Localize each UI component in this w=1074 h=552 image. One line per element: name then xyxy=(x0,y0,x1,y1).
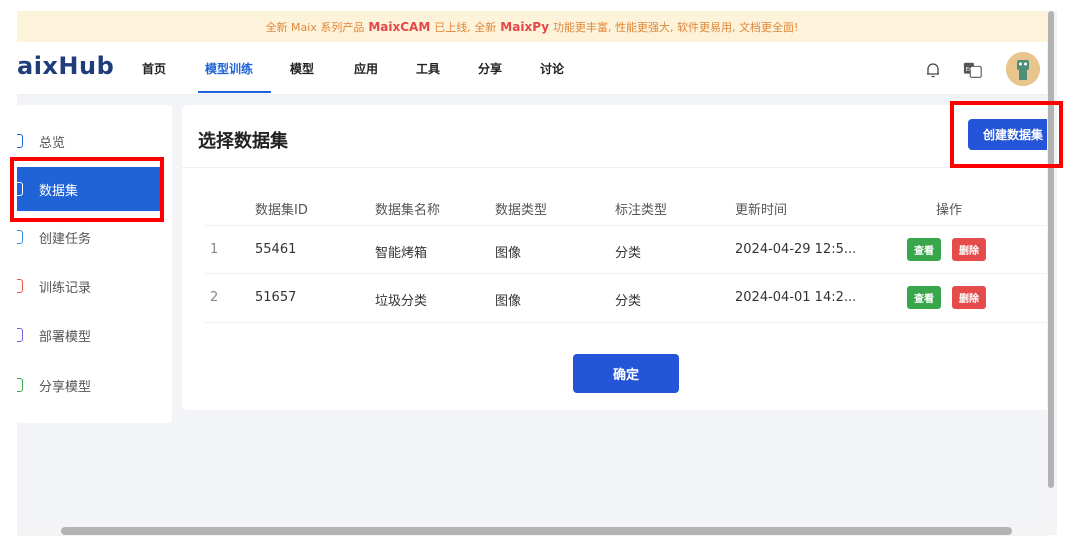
label-type: 分类 xyxy=(615,246,642,261)
dataset-name: 智能烤箱 xyxy=(375,246,428,261)
view-button[interactable]: 查看 xyxy=(907,238,941,261)
sidebar-item-deploy-model[interactable]: 部署模型 xyxy=(17,313,172,357)
confirm-button[interactable]: 确定 xyxy=(573,354,679,393)
label-type: 分类 xyxy=(615,294,642,309)
user-avatar[interactable] xyxy=(1006,52,1040,86)
row-index: 2 xyxy=(210,290,219,305)
dataset-name: 垃圾分类 xyxy=(375,294,428,309)
svg-text:En: En xyxy=(966,67,973,73)
sidebar-item-share-model[interactable]: 分享模型 xyxy=(17,363,172,407)
create-dataset-button[interactable]: 创建数据集 xyxy=(968,119,1047,150)
table-divider xyxy=(204,273,1047,274)
column-header-data-type: 数据类型 xyxy=(495,203,548,218)
share-icon xyxy=(17,378,23,392)
dataset-id: 51657 xyxy=(255,290,297,305)
nav-share[interactable]: 分享 xyxy=(478,60,502,77)
nav-tools[interactable]: 工具 xyxy=(416,60,440,77)
card-divider xyxy=(182,167,1047,168)
overview-icon xyxy=(17,134,23,148)
dataset-select-card: 选择数据集 创建数据集 数据集ID 数据集名称 数据类型 标注类型 更新时间 操… xyxy=(182,105,1047,410)
top-header: aixHub 首页 模型训练 模型 应用 工具 分享 讨论 En xyxy=(17,42,1047,95)
nav-models[interactable]: 模型 xyxy=(290,60,314,77)
nav-home[interactable]: 首页 xyxy=(142,60,166,77)
page-title: 选择数据集 xyxy=(198,131,288,152)
data-type: 图像 xyxy=(495,246,522,261)
create-task-icon xyxy=(17,230,23,244)
vertical-scrollbar-thumb[interactable] xyxy=(1048,11,1054,488)
column-header-id: 数据集ID xyxy=(255,203,308,218)
language-icon[interactable]: En xyxy=(963,60,983,80)
nav-discuss[interactable]: 讨论 xyxy=(540,60,564,77)
column-header-actions: 操作 xyxy=(936,203,963,218)
bell-icon[interactable] xyxy=(923,60,943,80)
column-header-name: 数据集名称 xyxy=(375,203,441,218)
sidebar-item-create-task[interactable]: 创建任务 xyxy=(17,215,172,259)
site-logo[interactable]: aixHub xyxy=(17,52,114,80)
sidebar-item-label: 数据集 xyxy=(39,183,79,199)
updated-time: 2024-04-29 12:5... xyxy=(735,242,857,257)
delete-button[interactable]: 删除 xyxy=(952,286,986,309)
deploy-icon xyxy=(17,328,23,342)
announcement-text-middle: 已上线, 全新 xyxy=(434,20,497,34)
sidebar-item-dataset[interactable]: 数据集 xyxy=(17,167,161,211)
updated-time: 2024-04-01 14:2... xyxy=(735,290,857,305)
announcement-bar[interactable]: 全新 Maix 系列产品 MaixCAM 已上线, 全新 MaixPy 功能更丰… xyxy=(17,11,1047,42)
row-index: 1 xyxy=(210,242,219,257)
nav-model-training[interactable]: 模型训练 xyxy=(205,60,253,77)
dataset-id: 55461 xyxy=(255,242,297,257)
sidebar-item-training-record[interactable]: 训练记录 xyxy=(17,264,172,308)
sidebar-item-overview[interactable]: 总览 xyxy=(17,119,172,163)
dataset-icon xyxy=(17,182,23,196)
announcement-text-before: 全新 Maix 系列产品 xyxy=(265,20,365,34)
sidebar-item-label: 总览 xyxy=(39,135,66,151)
nav-active-underline xyxy=(198,91,271,93)
horizontal-scrollbar-thumb[interactable] xyxy=(61,527,1012,535)
sidebar-item-label: 创建任务 xyxy=(39,231,92,247)
sidebar-item-label: 分享模型 xyxy=(39,379,92,395)
announcement-text-after: 功能更丰富, 性能更强大, 软件更易用, 文档更全面! xyxy=(553,20,799,34)
announcement-product1: MaixCAM xyxy=(368,19,431,34)
sidebar-item-label: 部署模型 xyxy=(39,329,92,345)
data-type: 图像 xyxy=(495,294,522,309)
nav-apps[interactable]: 应用 xyxy=(354,60,378,77)
app-viewport: 全新 Maix 系列产品 MaixCAM 已上线, 全新 MaixPy 功能更丰… xyxy=(17,11,1047,535)
announcement-product2: MaixPy xyxy=(500,19,550,34)
table-divider xyxy=(204,225,1047,226)
sidebar-item-label: 训练记录 xyxy=(39,280,92,296)
column-header-updated: 更新时间 xyxy=(735,203,788,218)
table-divider xyxy=(204,322,1047,323)
delete-button[interactable]: 删除 xyxy=(952,238,986,261)
column-header-label-type: 标注类型 xyxy=(615,203,668,218)
training-record-icon xyxy=(17,279,23,293)
sidebar: 总览 数据集 创建任务 训练记录 部署模型 分享模型 xyxy=(17,105,172,423)
view-button[interactable]: 查看 xyxy=(907,286,941,309)
